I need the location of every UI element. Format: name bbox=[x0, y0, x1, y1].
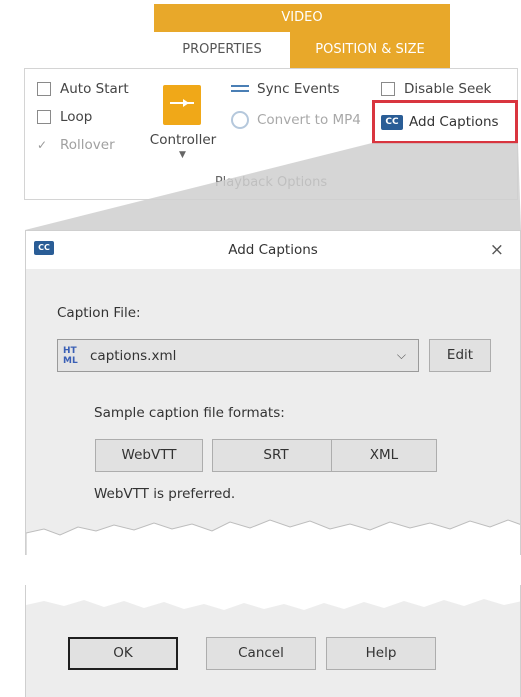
add-captions-button[interactable]: CC Add Captions bbox=[372, 100, 518, 144]
dialog-footer: OK Cancel Help bbox=[25, 585, 521, 697]
caption-file-select[interactable]: HT ML captions.xml ⌵ bbox=[57, 339, 419, 372]
rollover-checkbox[interactable]: ✓ Rollover bbox=[37, 137, 115, 153]
convert-icon bbox=[231, 111, 249, 129]
checkbox-box bbox=[381, 82, 395, 96]
video-tab-group: VIDEO bbox=[154, 4, 450, 32]
ribbon-panel: Auto Start Loop ✓ Rollover Controller ▼ … bbox=[24, 68, 518, 200]
playback-options-group-label: Playback Options bbox=[214, 175, 328, 190]
controller-label[interactable]: Controller bbox=[146, 132, 220, 148]
caption-file-value: captions.xml bbox=[90, 347, 177, 364]
close-icon[interactable]: × bbox=[490, 231, 504, 269]
help-button[interactable]: Help bbox=[326, 637, 436, 670]
sync-events-icon bbox=[229, 82, 251, 96]
checkbox-box bbox=[37, 110, 51, 124]
tab-properties[interactable]: PROPERTIES bbox=[154, 32, 290, 68]
cancel-button[interactable]: Cancel bbox=[206, 637, 316, 670]
edit-button[interactable]: Edit bbox=[429, 339, 491, 372]
loop-checkbox[interactable]: Loop bbox=[37, 109, 92, 125]
caption-file-label: Caption File: bbox=[57, 305, 141, 321]
ribbon-tab-strip: PROPERTIES POSITION & SIZE bbox=[154, 32, 450, 68]
torn-edge bbox=[26, 519, 520, 555]
tab-position-size[interactable]: POSITION & SIZE bbox=[290, 32, 450, 68]
srt-button[interactable]: SRT bbox=[212, 439, 340, 472]
chevron-down-icon[interactable]: ▼ bbox=[179, 150, 186, 160]
html-file-icon: HT ML bbox=[63, 345, 78, 366]
chevron-down-icon[interactable]: ⌵ bbox=[397, 348, 406, 363]
dialog-title: Add Captions bbox=[228, 242, 318, 258]
dialog-titlebar: CC Add Captions × bbox=[26, 231, 520, 269]
checkbox-box bbox=[37, 82, 51, 96]
add-captions-dialog: CC Add Captions × Caption File: HT ML ca… bbox=[25, 230, 521, 555]
xml-button[interactable]: XML bbox=[331, 439, 437, 472]
checkmark-icon: ✓ bbox=[37, 138, 48, 152]
sync-events-button[interactable]: Sync Events bbox=[229, 81, 340, 97]
convert-mp4-button[interactable]: Convert to MP4 bbox=[231, 111, 361, 129]
preferred-note: WebVTT is preferred. bbox=[94, 486, 236, 502]
disable-seek-checkbox[interactable]: Disable Seek bbox=[381, 81, 491, 97]
ok-button[interactable]: OK bbox=[68, 637, 178, 670]
auto-start-checkbox[interactable]: Auto Start bbox=[37, 81, 129, 97]
formats-label: Sample caption file formats: bbox=[94, 405, 285, 421]
controller-icon[interactable] bbox=[163, 85, 201, 125]
webvtt-button[interactable]: WebVTT bbox=[95, 439, 203, 472]
torn-edge bbox=[26, 585, 520, 610]
closed-captions-icon: CC bbox=[381, 114, 403, 130]
